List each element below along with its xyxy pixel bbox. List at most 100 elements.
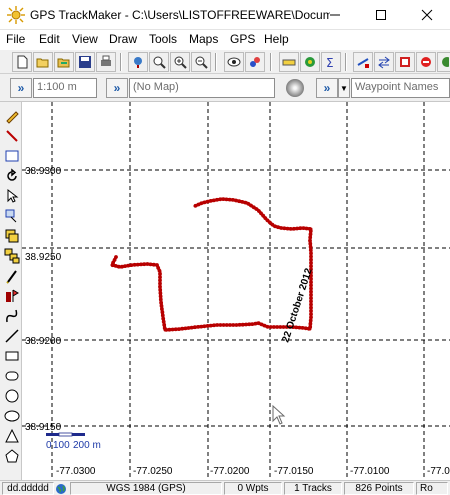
gps-exchange-button[interactable] [374,52,394,72]
move-tool-button[interactable] [2,206,21,225]
gps-send-button[interactable] [353,52,373,72]
open-recent-button[interactable] [54,52,74,72]
maximize-icon [376,10,386,20]
eye-icon [227,57,241,67]
track-tool-button[interactable] [2,306,21,325]
track-point [123,264,127,268]
menu-tools[interactable]: Tools [149,32,177,46]
folder-open-icon [36,58,49,68]
title-bar: GPS TrackMaker - C:\Users\LISTOFFREEWARE… [0,0,450,30]
rounded-rect-tool-button[interactable] [2,366,21,385]
scale-expand-button[interactable]: » [10,78,32,98]
ruler-icon [282,59,296,66]
labels-expand-button[interactable]: » [316,78,338,98]
save-button[interactable] [75,52,95,72]
group-tool-button[interactable] [2,246,21,265]
map-brightness-icon[interactable] [286,79,304,97]
rectangle-tool-button[interactable] [2,346,21,365]
track-count: 1 Tracks [284,482,342,495]
folder-icon [57,58,70,68]
map-expand-button[interactable]: » [106,78,128,98]
properties-button[interactable] [245,52,265,72]
main-toolbar: Σ [0,50,450,74]
menu-edit[interactable]: Edit [39,32,60,46]
new-file-button[interactable] [12,52,32,72]
move-icon [5,209,16,222]
menu-gps[interactable]: GPS [230,32,255,46]
draw-line-button[interactable] [2,266,21,285]
triangle-icon [4,428,19,442]
sigma-button[interactable]: Σ [321,52,341,72]
labels-select[interactable]: Waypoint Names [351,78,450,98]
point-count: 826 Points [344,482,414,495]
datum-field[interactable]: WGS 1984 (GPS) [70,482,222,495]
shapes-icon [250,57,260,67]
close-button[interactable] [404,0,450,30]
polygon-tool-button[interactable] [2,446,21,465]
rotate-tool-button[interactable] [2,166,21,185]
triangle-tool-button[interactable] [2,426,21,445]
circle-tool-button[interactable] [2,386,21,405]
zoom-out-button[interactable] [191,52,211,72]
track-point [218,197,223,202]
pencil-icon [5,110,19,124]
ellipse-tool-button[interactable] [2,406,21,425]
save-icon [79,56,91,68]
pencil-tool-button[interactable] [2,106,21,125]
menu-view[interactable]: View [72,32,98,46]
zoom-button[interactable] [149,52,169,72]
gps-track-button[interactable] [416,52,436,72]
latitude-label: 38.9250 [25,252,62,263]
layer-tool-button[interactable] [2,226,21,245]
longitude-label: -77.0200 [210,466,250,477]
map-select[interactable]: (No Map) [129,78,275,98]
toolbar-separator [345,53,347,71]
track-point [193,203,198,208]
pen-icon [5,129,18,142]
status-bar: dd.ddddd WGS 1984 (GPS) 0 Wpts 1 Tracks … [0,480,450,495]
waypoint-tool-button[interactable] [2,286,21,305]
longitude-label: -77.00 [427,466,450,477]
print-button[interactable] [96,52,116,72]
zoom-in-button[interactable] [170,52,190,72]
menu-draw[interactable]: Draw [109,32,137,46]
line-tool-button[interactable] [2,326,21,345]
gps-send-icon [357,58,369,68]
menu-file[interactable]: File [6,32,25,46]
minimize-button[interactable] [312,0,358,30]
svg-text:Σ: Σ [326,56,334,69]
arrow-tool-button[interactable] [2,186,21,205]
longitude-label: -77.0150 [274,466,314,477]
map-view[interactable]: 38.9300 38.9250 38.9200 38.9150 -77.0300… [22,102,450,480]
ruler-button[interactable] [279,52,299,72]
new-file-icon [17,55,28,69]
track-point [160,310,165,315]
open-file-button[interactable] [33,52,53,72]
waypoint-count: 0 Wpts [224,482,282,495]
track-point [189,325,194,330]
labels-dropdown-arrow[interactable]: ▼ [338,78,350,98]
latitude-label: 38.9200 [25,336,62,347]
exchange-icon [378,56,390,69]
rectangle-select-button[interactable] [2,146,21,165]
maximize-button[interactable] [358,0,404,30]
gps-track[interactable] [110,197,313,332]
track-point [159,300,164,305]
globe-button[interactable] [128,52,148,72]
longitude-label: -77.0250 [133,466,173,477]
gps-more-button[interactable] [437,52,450,72]
menu-maps[interactable]: Maps [189,32,218,46]
track-point [160,313,165,318]
map-canvas[interactable]: 38.9300 38.9250 38.9200 38.9150 -77.0300… [22,102,450,480]
coordinate-format: dd.ddddd [2,482,54,495]
scale-field[interactable]: 1:100 m [33,78,97,98]
gps-button[interactable] [300,52,320,72]
track-point [177,327,181,331]
track-curve-icon [5,309,17,322]
pen-tool-button[interactable] [2,126,21,145]
window-title: GPS TrackMaker - C:\Users\LISTOFFREEWARE… [30,8,330,22]
menu-help[interactable]: Help [264,32,289,46]
gps-receive-button[interactable] [395,52,415,72]
view-button[interactable] [224,52,244,72]
track-point [160,307,164,311]
